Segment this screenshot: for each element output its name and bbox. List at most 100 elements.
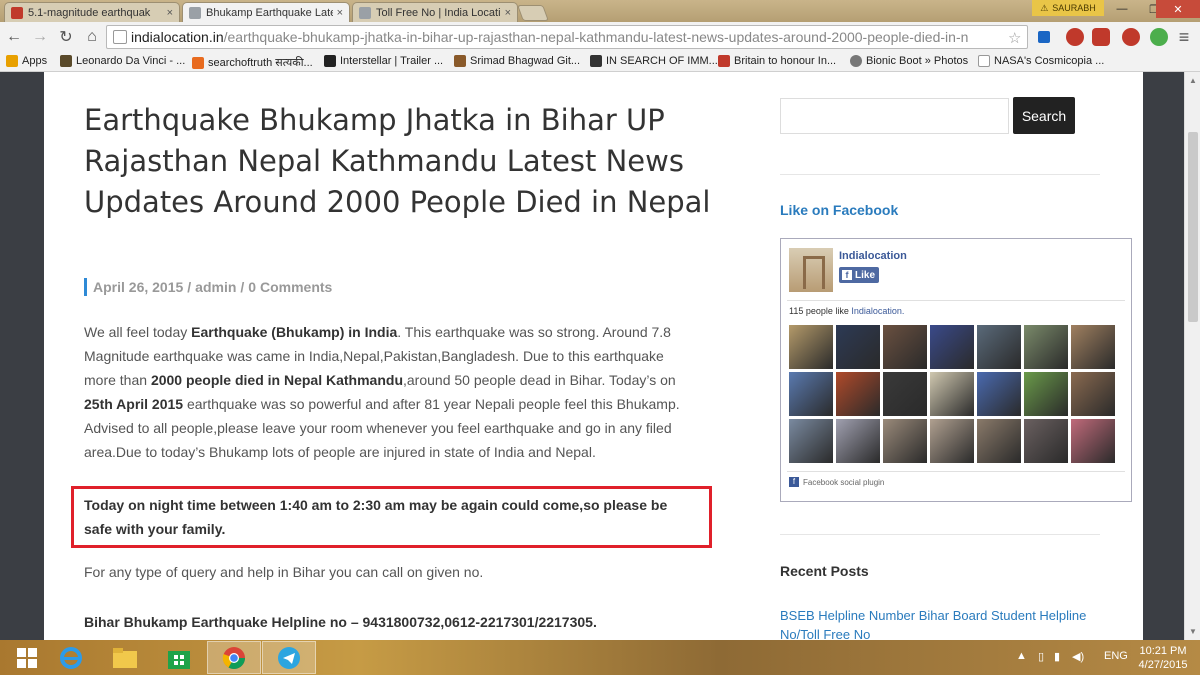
bookmark-favicon-icon bbox=[454, 55, 466, 67]
new-tab-button[interactable] bbox=[517, 5, 549, 21]
fan-avatar[interactable] bbox=[883, 419, 927, 463]
divider bbox=[787, 300, 1125, 301]
battery-icon[interactable]: ▯ bbox=[1038, 650, 1044, 663]
fan-avatar[interactable] bbox=[930, 372, 974, 416]
chrome-menu-icon[interactable]: ≡ bbox=[1174, 27, 1194, 47]
search-input[interactable] bbox=[780, 98, 1009, 134]
fan-avatar[interactable] bbox=[977, 325, 1021, 369]
volume-icon[interactable]: ◀) bbox=[1072, 650, 1084, 663]
bookmark-item[interactable]: Leonardo Da Vinci - ... bbox=[60, 55, 185, 67]
fb-like-button[interactable]: f Like bbox=[839, 267, 879, 283]
tab-bhukamp[interactable]: Bhukamp Earthquake Late × bbox=[182, 2, 350, 23]
network-icon[interactable]: ▮ bbox=[1054, 650, 1060, 663]
windows-logo-icon bbox=[17, 647, 37, 668]
bookmark-favicon-icon bbox=[60, 55, 72, 67]
reload-icon[interactable]: ↻ bbox=[56, 27, 76, 47]
fan-avatar[interactable] bbox=[836, 325, 880, 369]
bookmark-star-icon[interactable]: ☆ bbox=[1008, 29, 1024, 47]
post-comments-link[interactable]: 0 Comments bbox=[248, 279, 332, 295]
show-hidden-icons-icon[interactable]: ▲ bbox=[1016, 650, 1027, 662]
wordpress-icon bbox=[850, 55, 862, 67]
divider bbox=[780, 534, 1100, 535]
clock-time: 10:21 PM bbox=[1139, 645, 1187, 657]
bookmark-item[interactable]: Britain to honour In... bbox=[718, 55, 836, 67]
chrome-taskbar-button[interactable] bbox=[207, 641, 261, 674]
chrome-icon bbox=[222, 646, 245, 669]
fan-avatar[interactable] bbox=[789, 372, 833, 416]
fan-avatar[interactable] bbox=[1071, 419, 1115, 463]
warning-icon: ⚠ bbox=[1040, 2, 1049, 13]
post-author[interactable]: admin bbox=[195, 279, 236, 295]
web-page: Earthquake Bhukamp Jhatka in Bihar UP Ra… bbox=[44, 72, 1143, 640]
fan-avatar[interactable] bbox=[1024, 372, 1068, 416]
bookmark-item[interactable]: Srimad Bhagwad Git... bbox=[454, 55, 580, 67]
profile-name: SAURABH bbox=[1052, 3, 1096, 13]
search-button[interactable]: Search bbox=[1013, 97, 1075, 134]
clock-date: 4/27/2015 bbox=[1138, 659, 1188, 671]
address-bar[interactable]: indialocation.in/earthquake-bhukamp-jhat… bbox=[106, 25, 1028, 49]
fan-avatar[interactable] bbox=[789, 325, 833, 369]
highlighted-alert: Today on night time between 1:40 am to 2… bbox=[71, 486, 712, 548]
scrollbar-thumb[interactable] bbox=[1188, 132, 1198, 322]
fb-page-name[interactable]: Indialocation bbox=[839, 250, 907, 262]
internet-explorer-button[interactable] bbox=[44, 641, 98, 674]
internet-explorer-icon bbox=[60, 646, 82, 669]
close-tab-icon[interactable]: × bbox=[505, 7, 511, 19]
profile-badge[interactable]: ⚠ SAURABH bbox=[1032, 0, 1104, 16]
fb-like-count: 115 people like Indialocation. bbox=[789, 306, 905, 316]
bookmark-apps[interactable]: Apps bbox=[6, 55, 47, 67]
extension-red-icon[interactable] bbox=[1066, 28, 1084, 46]
extension-icon[interactable] bbox=[1122, 28, 1140, 46]
facebook-icon: f bbox=[842, 270, 852, 280]
close-window-button[interactable]: ✕ bbox=[1156, 0, 1200, 18]
fan-avatar[interactable] bbox=[883, 325, 927, 369]
fan-avatar[interactable] bbox=[1024, 325, 1068, 369]
fan-avatar[interactable] bbox=[1071, 372, 1115, 416]
system-clock[interactable]: 10:21 PM 4/27/2015 bbox=[1136, 644, 1190, 672]
page-scrollbar[interactable]: ▲ ▼ bbox=[1184, 72, 1200, 640]
adblock-icon[interactable] bbox=[1092, 28, 1110, 46]
fan-avatar[interactable] bbox=[1071, 325, 1115, 369]
page-favicon-icon bbox=[189, 7, 201, 19]
fan-avatar[interactable] bbox=[977, 372, 1021, 416]
telegram-taskbar-button[interactable] bbox=[262, 641, 316, 674]
post-date[interactable]: April 26, 2015 bbox=[93, 279, 183, 295]
toi-icon bbox=[718, 55, 730, 67]
fan-avatar[interactable] bbox=[977, 419, 1021, 463]
minimize-button[interactable]: — bbox=[1106, 0, 1138, 18]
language-indicator[interactable]: ENG bbox=[1104, 650, 1128, 662]
page-avatar[interactable] bbox=[789, 248, 833, 292]
close-tab-icon[interactable]: × bbox=[167, 7, 173, 19]
extension-icon[interactable] bbox=[1038, 31, 1050, 43]
forward-arrow-icon[interactable]: → bbox=[30, 27, 50, 47]
bookmark-item[interactable]: Bionic Boot » Photos bbox=[850, 55, 968, 67]
zee-favicon-icon bbox=[11, 6, 23, 19]
back-arrow-icon[interactable]: ← bbox=[4, 27, 24, 47]
bookmark-item[interactable]: IN SEARCH OF IMM... bbox=[590, 55, 718, 67]
extension-green-icon[interactable] bbox=[1150, 28, 1168, 46]
bookmark-item[interactable]: Interstellar | Trailer ... bbox=[324, 55, 443, 67]
fan-avatar[interactable] bbox=[1024, 419, 1068, 463]
recent-post-link[interactable]: BSEB Helpline Number Bihar Board Student… bbox=[780, 606, 1090, 640]
page-favicon-icon bbox=[359, 6, 371, 19]
recent-posts-heading: Recent Posts bbox=[780, 563, 869, 579]
close-tab-icon[interactable]: × bbox=[337, 7, 343, 19]
fb-plugin-footer[interactable]: f Facebook social plugin bbox=[789, 477, 884, 487]
fan-avatar[interactable] bbox=[789, 419, 833, 463]
scroll-down-icon[interactable]: ▼ bbox=[1189, 627, 1197, 636]
tab-title: Bhukamp Earthquake Late bbox=[206, 7, 333, 19]
home-icon[interactable]: ⌂ bbox=[82, 27, 102, 47]
fan-avatar[interactable] bbox=[930, 325, 974, 369]
tab-earthquake-news[interactable]: 5.1-magnitude earthquak × bbox=[4, 2, 180, 22]
scroll-up-icon[interactable]: ▲ bbox=[1189, 76, 1197, 85]
store-button[interactable] bbox=[152, 641, 206, 674]
fan-avatar[interactable] bbox=[836, 419, 880, 463]
fan-avatar[interactable] bbox=[836, 372, 880, 416]
bookmark-item[interactable]: searchoftruth सत्यकी... bbox=[192, 55, 313, 70]
divider bbox=[787, 471, 1125, 472]
tab-toll-free[interactable]: Toll Free No | India Locati × bbox=[352, 2, 518, 22]
fan-avatar[interactable] bbox=[930, 419, 974, 463]
bookmark-item[interactable]: NASA's Cosmicopia ... bbox=[978, 55, 1104, 67]
fan-avatar[interactable] bbox=[883, 372, 927, 416]
file-explorer-button[interactable] bbox=[98, 641, 152, 674]
